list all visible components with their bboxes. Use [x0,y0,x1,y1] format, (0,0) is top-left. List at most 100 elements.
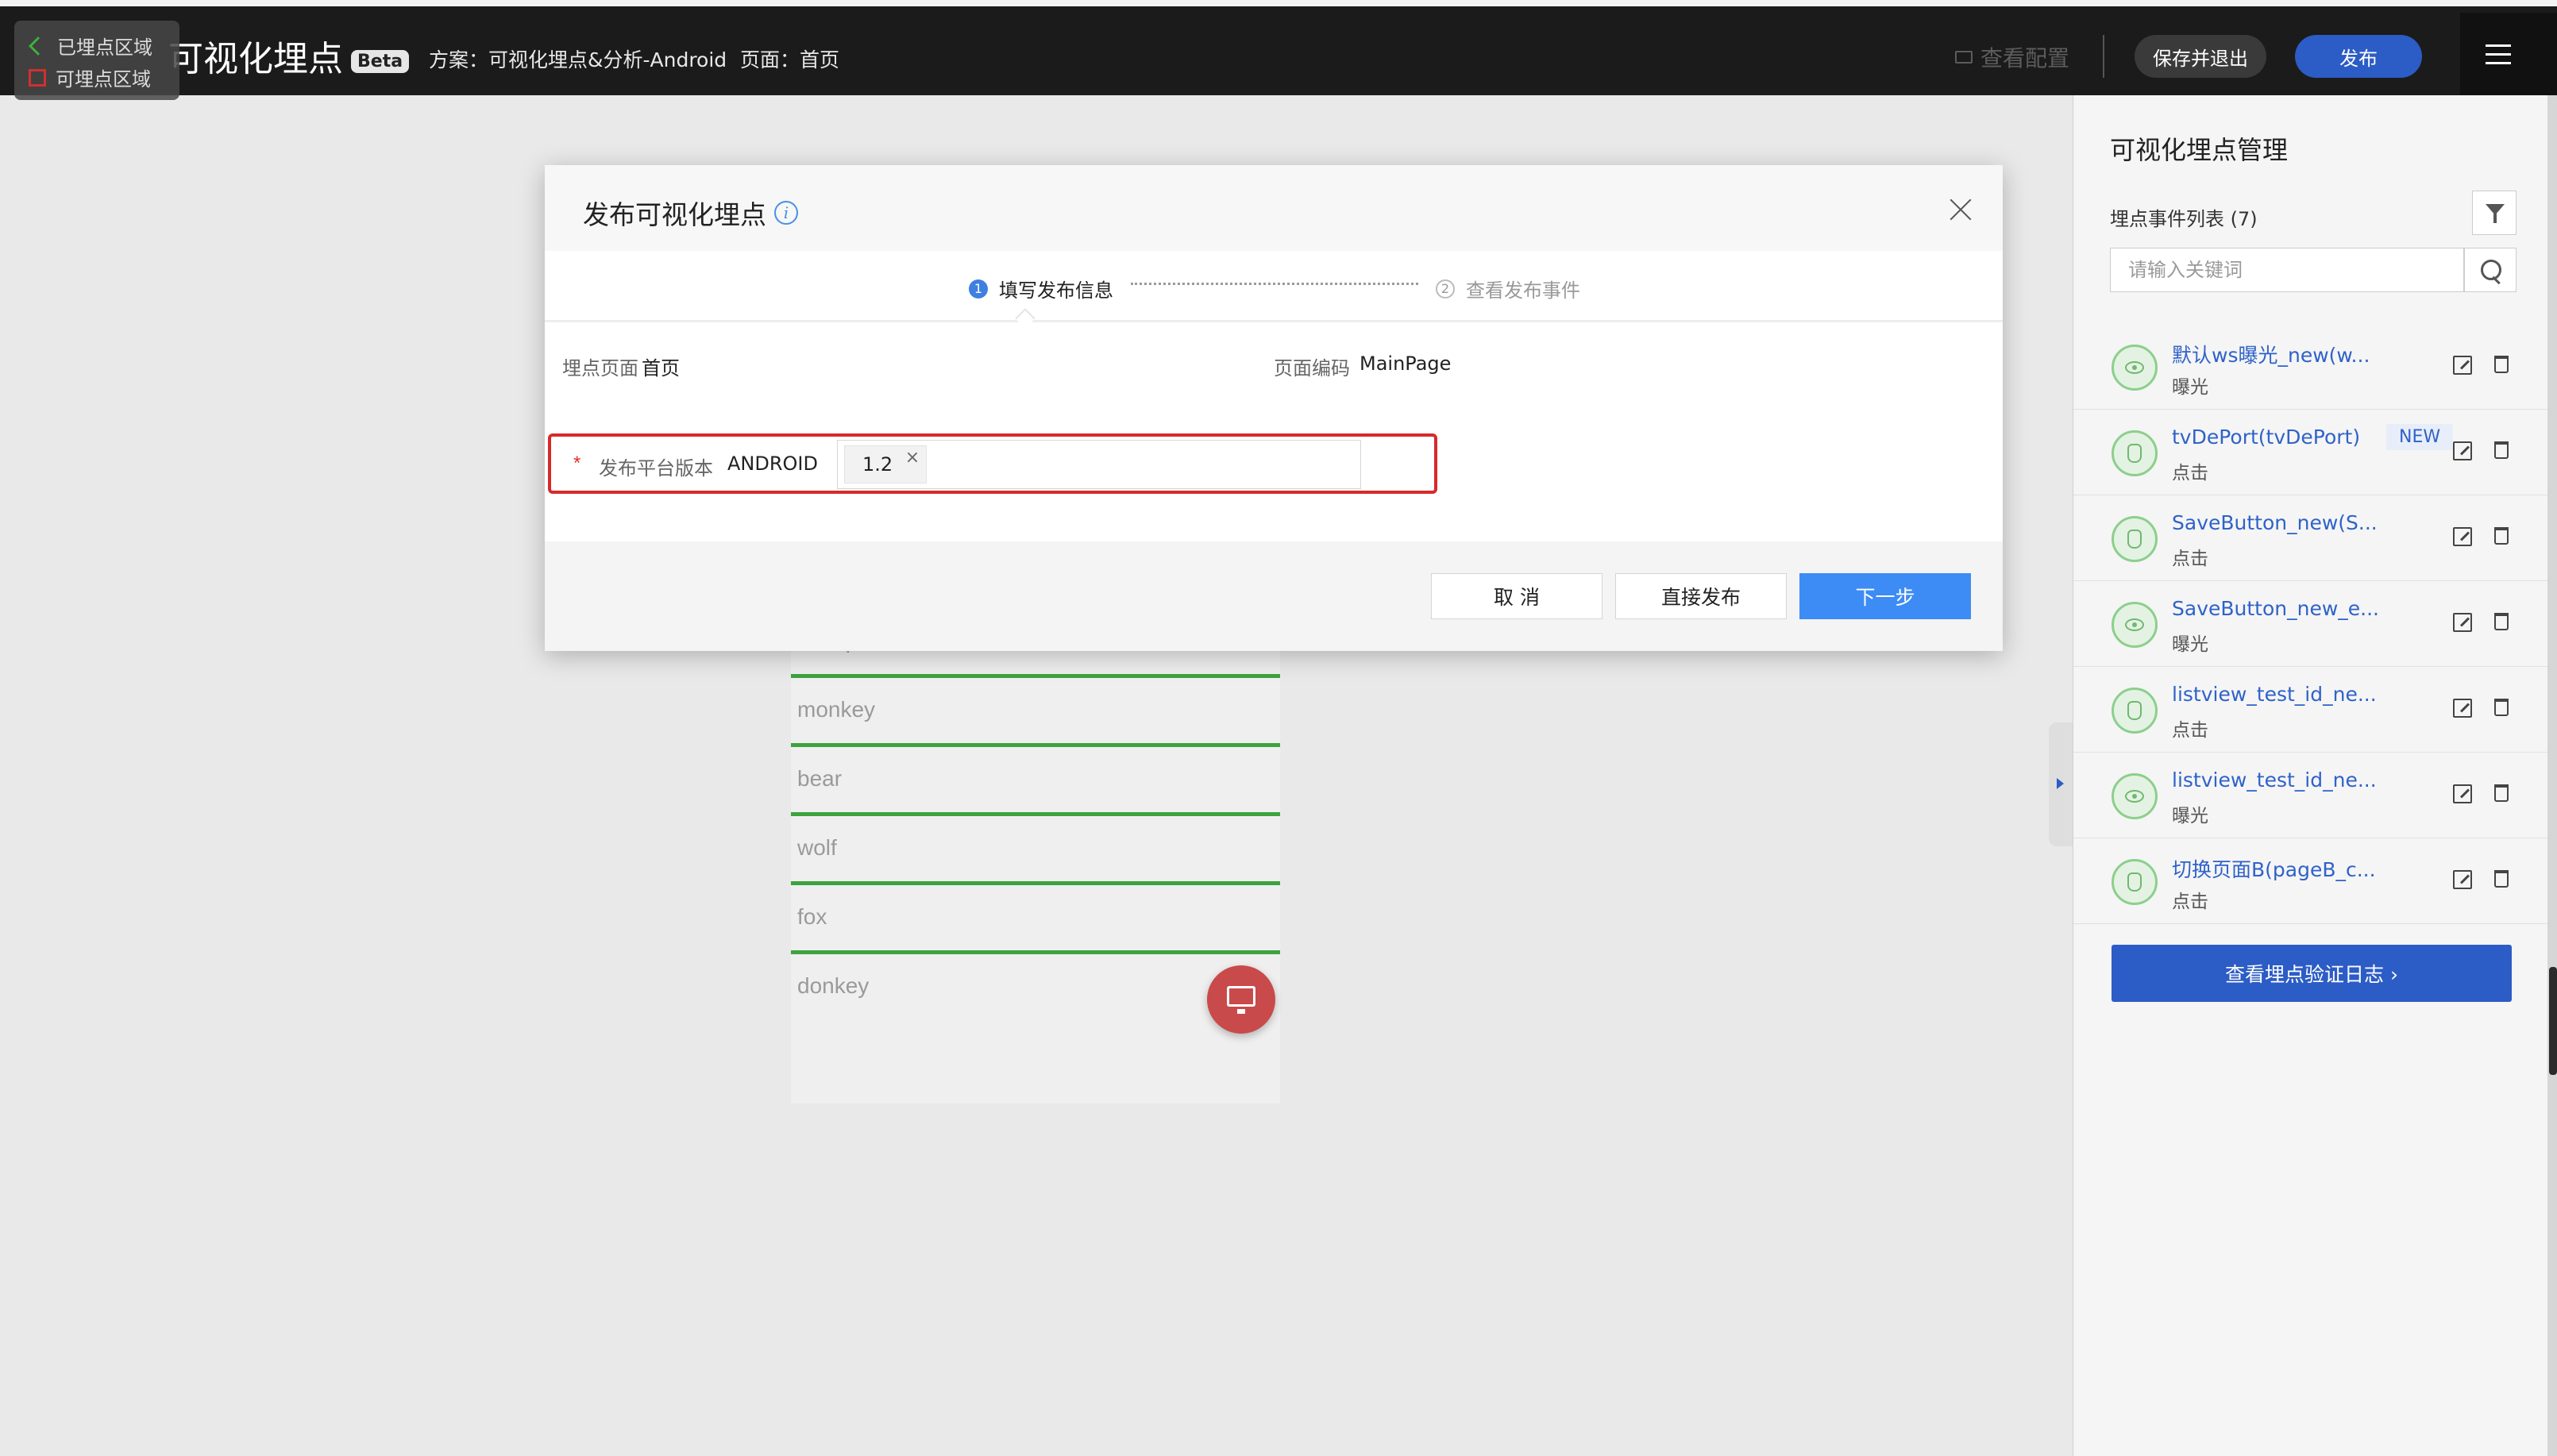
search-icon[interactable] [2464,248,2517,292]
scrollbar-thumb[interactable] [2549,967,2557,1075]
view-verify-log-button[interactable]: 查看埋点验证日志 › [2112,945,2512,1002]
event-type: 曝光 [2172,634,2208,655]
event-type: 点击 [2172,549,2208,569]
floating-action-button[interactable] [1207,965,1275,1034]
page-scrollbar[interactable] [2547,95,2557,1456]
event-list-item[interactable]: listview_test_id_ne... 曝光 [2073,753,2557,838]
view-config-button[interactable]: 查看配置 [1955,41,2069,73]
page-info: 页面：首页 [740,48,840,71]
edit-icon[interactable] [2453,784,2472,803]
event-name[interactable]: 切换页面B(pageB_c... [2172,854,2376,883]
tracking-page-label: 埋点页面 [562,357,638,379]
event-name[interactable]: listview_test_id_ne... [2172,768,2377,792]
event-list-item[interactable]: 切换页面B(pageB_c... 点击 [2073,838,2557,924]
dialog-header: 发布可视化埋点 i [545,165,2003,251]
step-connector [1131,283,1418,285]
event-list-item[interactable]: 默认ws曝光_new(w... 曝光 [2073,324,2557,410]
close-icon[interactable] [1949,197,1973,221]
area-legend: 已埋点区域 可埋点区域 [14,21,179,100]
steps-bar: 1 填写发布信息 2 查看发布事件 [545,251,2003,322]
delete-icon[interactable] [2494,527,2509,545]
edit-icon[interactable] [2453,699,2472,718]
next-step-button[interactable]: 下一步 [1799,573,1971,619]
delete-icon[interactable] [2494,784,2509,802]
dialog-title: 发布可视化埋点 i [583,194,798,232]
platform-value: ANDROID [727,453,818,475]
platform-version-label: 发布平台版本 [599,457,713,480]
event-name[interactable]: 默认ws曝光_new(w... [2172,340,2370,368]
edit-icon[interactable] [2453,441,2472,460]
beta-badge: Beta [351,49,410,73]
list-item-label: donkey [797,973,870,998]
eye-icon [2112,345,2158,391]
publish-direct-button[interactable]: 直接发布 [1615,573,1787,619]
monitor-icon [1227,986,1255,1014]
hand-icon [2112,688,2158,734]
legend-tracked: 已埋点区域 [29,32,152,60]
version-tag-input[interactable]: 1.2 × [837,440,1361,489]
step-fill-info: 1 填写发布信息 [969,275,1113,302]
panel-title: 可视化埋点管理 [2110,135,2289,165]
event-list-title: 埋点事件列表 (7) [2110,208,2258,230]
eye-icon [2112,602,2158,648]
trackable-swatch-icon [29,68,46,87]
version-tag: 1.2 × [844,445,928,483]
page-code-label: 页面编码 [1274,357,1350,379]
delete-icon[interactable] [2494,613,2509,630]
delete-icon[interactable] [2494,870,2509,888]
list-item[interactable]: wolf [791,816,1280,885]
page-code-value: MainPage [1359,352,1452,375]
view-config-label: 查看配置 [1980,45,2070,71]
edit-icon[interactable] [2453,356,2472,375]
save-exit-button[interactable]: 保存并退出 [2135,35,2266,78]
eye-icon [2112,773,2158,819]
scheme-info: 方案：可视化埋点&分析-Android [429,48,727,71]
app-title: 可视化埋点 Beta [168,30,410,81]
top-bar: 可视化埋点 Beta 方案：可视化埋点&分析-Android 页面：首页 查看配置… [0,0,2557,102]
event-type: 点击 [2172,463,2208,483]
step-number: 2 [1436,279,1455,299]
delete-icon[interactable] [2494,441,2509,459]
edit-icon[interactable] [2453,870,2472,889]
remove-tag-icon[interactable]: × [905,440,920,476]
list-item[interactable]: bear [791,747,1280,816]
legend-trackable-label: 可埋点区域 [56,68,151,91]
list-item-label: monkey [797,697,876,722]
delete-icon[interactable] [2494,356,2509,373]
list-item-label: wolf [797,835,837,860]
event-type: 点击 [2172,892,2208,912]
list-item[interactable]: fox [791,885,1280,954]
dialog-title-text: 发布可视化埋点 [583,199,766,230]
filter-icon[interactable] [2472,191,2517,235]
event-list-item[interactable]: tvDePort(tvDePort) 点击 NEW [2073,410,2557,495]
event-name[interactable]: SaveButton_new_e... [2172,597,2379,620]
search-input[interactable]: 请输入关键词 [2110,248,2464,292]
event-list-item[interactable]: listview_test_id_ne... 点击 [2073,667,2557,753]
event-name[interactable]: SaveButton_new(S... [2172,511,2378,534]
menu-button[interactable] [2460,13,2557,102]
edit-icon[interactable] [2453,613,2472,632]
event-type: 点击 [2172,720,2208,741]
event-name[interactable]: tvDePort(tvDePort) [2172,426,2360,449]
list-item[interactable]: donkey [791,954,1280,1023]
cancel-button[interactable]: 取 消 [1431,573,1602,619]
event-type: 曝光 [2172,377,2208,398]
event-list-item[interactable]: SaveButton_new(S... 点击 [2073,495,2557,581]
list-item-label: fox [797,904,827,929]
info-icon[interactable]: i [774,201,798,225]
version-tag-label: 1.2 [862,453,893,476]
edit-icon[interactable] [2453,527,2472,546]
step-view-events: 2 查看发布事件 [1436,275,1580,302]
list-item[interactable]: monkey [791,678,1280,747]
event-list-item[interactable]: SaveButton_new_e... 曝光 [2073,581,2557,667]
publish-dialog: 发布可视化埋点 i 1 填写发布信息 2 查看发布事件 埋点页面 首页 页面编码… [545,165,2003,651]
tracking-management-panel: 可视化埋点管理 埋点事件列表 (7) 请输入关键词 默认ws曝光_new(w..… [2073,95,2557,1456]
hand-icon [2112,430,2158,476]
hand-icon [2112,516,2158,562]
event-name[interactable]: listview_test_id_ne... [2172,683,2377,706]
hamburger-icon [2486,44,2511,65]
panel-collapse-handle[interactable] [2049,722,2073,846]
publish-button[interactable]: 发布 [2295,35,2422,78]
delete-icon[interactable] [2494,699,2509,716]
step-label: 查看发布事件 [1466,279,1580,302]
